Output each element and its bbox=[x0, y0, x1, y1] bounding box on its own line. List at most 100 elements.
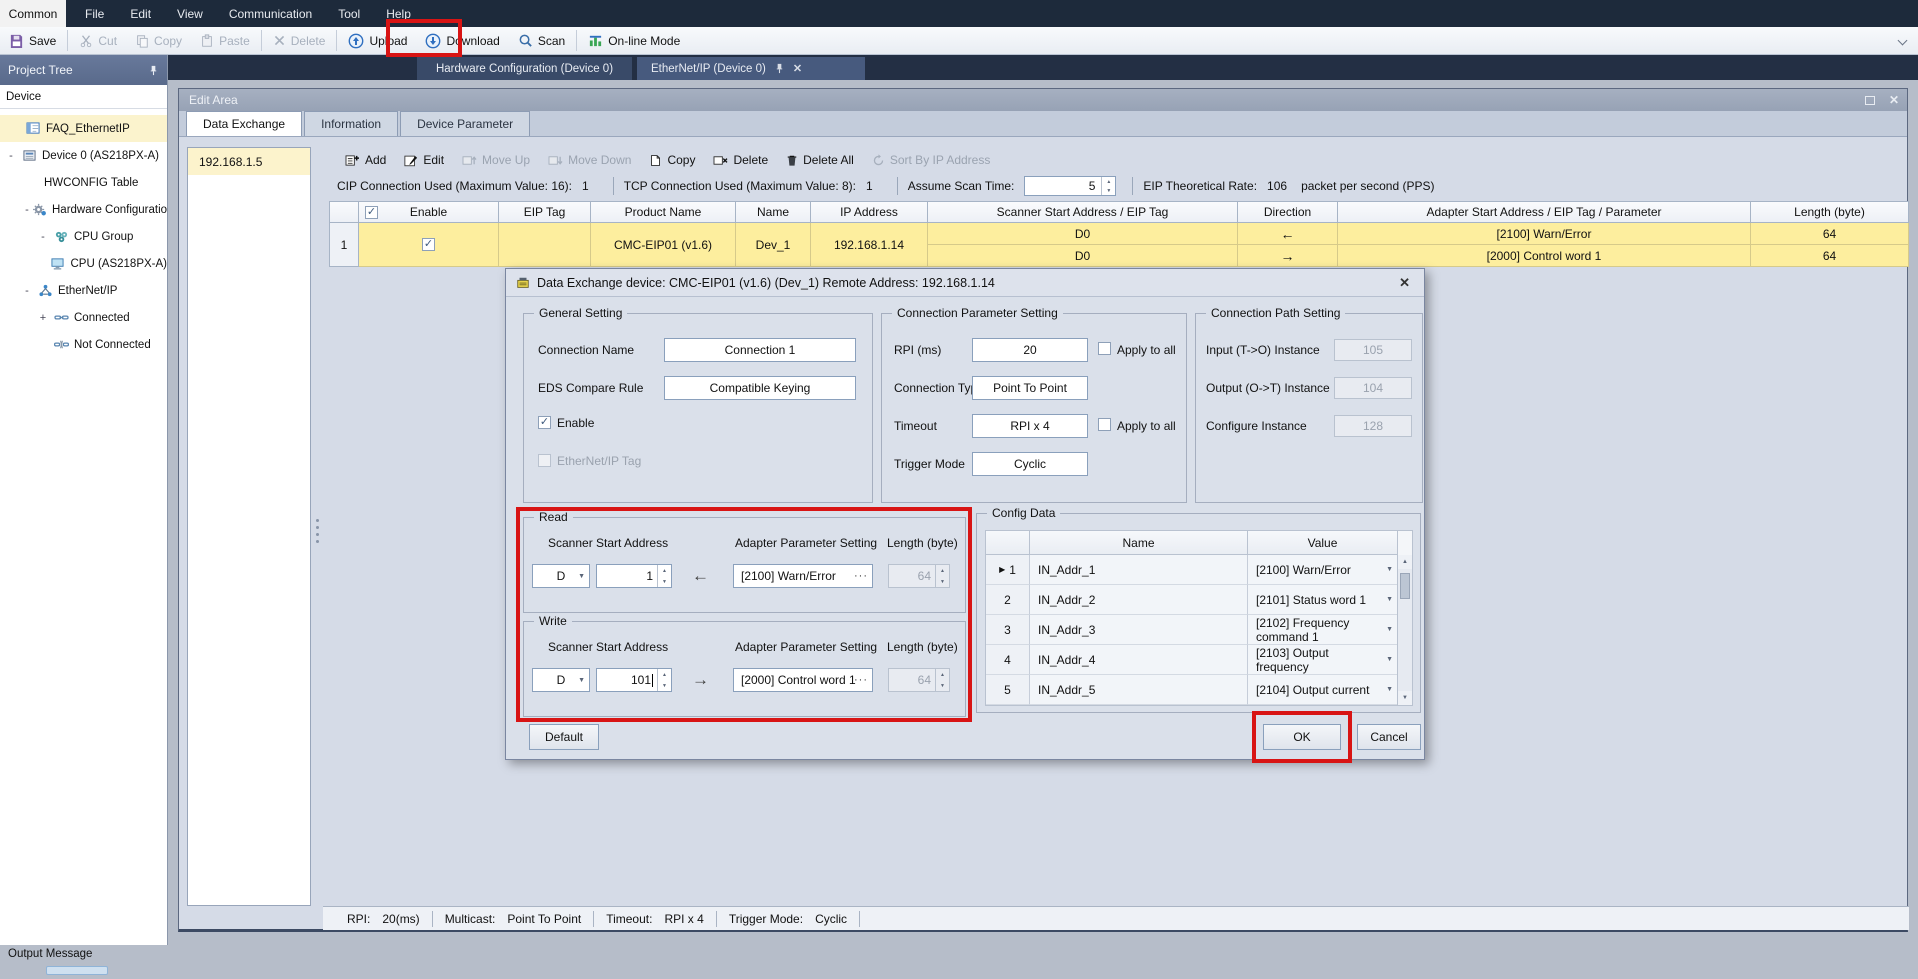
config-row[interactable]: 5 IN_Addr_5 [2104] Output current▼ bbox=[986, 675, 1412, 705]
write-group: Write Scanner Start Address Adapter Para… bbox=[523, 621, 966, 717]
read-adapter-input[interactable]: [2100] Warn/Error ··· bbox=[733, 564, 873, 588]
timeout-input[interactable]: RPI x 4 bbox=[972, 414, 1088, 438]
download-button[interactable]: Download bbox=[416, 27, 508, 54]
move-up-button[interactable]: Move Up bbox=[454, 153, 538, 167]
cut-button[interactable]: Cut bbox=[70, 27, 126, 54]
read-address-input[interactable]: 1 ▲▼ bbox=[596, 564, 672, 588]
config-value-dropdown[interactable]: [2103] Output frequency▼ bbox=[1248, 645, 1398, 675]
trigger-mode-input[interactable]: Cyclic bbox=[972, 452, 1088, 476]
tree-item-hwconfig-table[interactable]: HWCONFIG Table bbox=[0, 169, 167, 196]
scrollbar-thumb[interactable] bbox=[1400, 573, 1410, 599]
write-address-input[interactable]: 101 ▲▼ bbox=[596, 668, 672, 692]
connection-type-input[interactable]: Point To Point bbox=[972, 376, 1088, 400]
browse-button[interactable]: ··· bbox=[854, 570, 868, 582]
upload-button[interactable]: Upload bbox=[339, 27, 416, 54]
plc-device-icon bbox=[22, 149, 37, 162]
connection-name-input[interactable]: Connection 1 bbox=[664, 338, 856, 362]
delete-row-button[interactable]: Delete bbox=[705, 153, 776, 167]
collapse-toggle[interactable]: - bbox=[6, 150, 16, 162]
delete-all-button[interactable]: Delete All bbox=[778, 153, 862, 167]
tree-item-connected[interactable]: + Connected bbox=[0, 304, 167, 331]
delete-button[interactable]: Delete bbox=[264, 27, 335, 54]
toolbar-overflow-chevron[interactable] bbox=[1898, 37, 1906, 45]
ok-button[interactable]: OK bbox=[1263, 724, 1341, 750]
enable-checkbox[interactable]: ✓ bbox=[422, 238, 435, 251]
close-window-icon[interactable]: ✕ bbox=[1889, 93, 1899, 107]
menu-item-file[interactable]: File bbox=[72, 0, 117, 27]
spinner-arrows[interactable]: ▲▼ bbox=[657, 565, 671, 587]
config-row[interactable]: ▶1 IN_Addr_1 [2100] Warn/Error▼ bbox=[986, 555, 1412, 585]
pin-icon[interactable] bbox=[148, 65, 159, 76]
output-scrollbar-thumb[interactable] bbox=[46, 966, 108, 975]
scroll-up-icon[interactable]: ▲ bbox=[1398, 555, 1412, 569]
apply-to-all-checkbox[interactable] bbox=[1098, 418, 1111, 431]
device-list-item[interactable]: 192.168.1.5 bbox=[188, 148, 310, 175]
eds-compare-rule-input[interactable]: Compatible Keying bbox=[664, 376, 856, 400]
splitter-handle[interactable] bbox=[313, 519, 321, 559]
scroll-down-icon[interactable]: ▼ bbox=[1398, 691, 1412, 705]
config-row[interactable]: 2 IN_Addr_2 [2101] Status word 1▼ bbox=[986, 585, 1412, 615]
tree-item-hardware-configuration[interactable]: - Hardware Configuration bbox=[0, 196, 167, 223]
dialog-close-icon[interactable]: ✕ bbox=[1399, 275, 1410, 291]
copy-row-button[interactable]: Copy bbox=[641, 153, 703, 167]
rpi-input[interactable]: 20 bbox=[972, 338, 1088, 362]
tree-item-not-connected[interactable]: Not Connected bbox=[0, 331, 167, 358]
tree-root-device[interactable]: Device bbox=[0, 85, 167, 109]
config-value-dropdown[interactable]: [2104] Output current▼ bbox=[1248, 675, 1398, 705]
config-value-dropdown[interactable]: [2101] Status word 1▼ bbox=[1248, 585, 1398, 615]
tree-item-project[interactable]: FAQ_EthernetIP bbox=[0, 115, 167, 142]
online-mode-button[interactable]: On-line Mode bbox=[579, 27, 689, 54]
spinner-arrows[interactable]: ▲▼ bbox=[1101, 177, 1115, 195]
config-row[interactable]: 3 IN_Addr_3 [2102] Frequency command 1▼ bbox=[986, 615, 1412, 645]
table-row[interactable]: 1 ✓ CMC-EIP01 (v1.6) Dev_1 192.168.1.14 … bbox=[329, 223, 1909, 267]
menu-item-help[interactable]: Help bbox=[373, 0, 424, 27]
menu-item-communication[interactable]: Communication bbox=[216, 0, 325, 27]
menu-item-view[interactable]: View bbox=[164, 0, 216, 27]
expand-toggle[interactable]: + bbox=[38, 312, 48, 324]
tab-device-parameter[interactable]: Device Parameter bbox=[400, 111, 530, 136]
add-button[interactable]: Add bbox=[337, 153, 394, 167]
write-device-select[interactable]: D ▼ bbox=[532, 668, 590, 692]
collapse-toggle[interactable]: - bbox=[22, 204, 32, 216]
tree-item-cpu-group[interactable]: - CPU Group bbox=[0, 223, 167, 250]
copy-button[interactable]: Copy bbox=[126, 27, 191, 54]
tab-ethernet-ip[interactable]: EtherNet/IP (Device 0) ✕ bbox=[637, 57, 865, 80]
config-row[interactable]: 4 IN_Addr_4 [2103] Output frequency▼ bbox=[986, 645, 1412, 675]
read-device-select[interactable]: D ▼ bbox=[532, 564, 590, 588]
maximize-icon[interactable] bbox=[1865, 96, 1875, 105]
menu-item-edit[interactable]: Edit bbox=[117, 0, 164, 27]
ethernet-ip-tag-checkbox[interactable] bbox=[538, 454, 551, 467]
tab-data-exchange[interactable]: Data Exchange bbox=[186, 111, 302, 136]
move-down-button[interactable]: Move Down bbox=[540, 153, 639, 167]
menu-item-tool[interactable]: Tool bbox=[325, 0, 373, 27]
enable-checkbox[interactable]: ✓ bbox=[538, 416, 551, 429]
apply-to-all-checkbox[interactable] bbox=[1098, 342, 1111, 355]
default-button[interactable]: Default bbox=[529, 724, 599, 750]
scan-button[interactable]: Scan bbox=[509, 27, 574, 54]
edit-button[interactable]: Edit bbox=[396, 153, 452, 167]
save-button[interactable]: Save bbox=[0, 27, 65, 54]
browse-button[interactable]: ··· bbox=[854, 674, 868, 686]
assume-scan-time-input[interactable]: 5 ▲▼ bbox=[1024, 176, 1116, 196]
write-adapter-input[interactable]: [2000] Control word 1 ··· bbox=[733, 668, 873, 692]
tab-information[interactable]: Information bbox=[304, 111, 398, 136]
close-tab-icon[interactable]: ✕ bbox=[793, 62, 802, 75]
spinner-arrows[interactable]: ▲▼ bbox=[657, 669, 671, 691]
config-value-dropdown[interactable]: [2102] Frequency command 1▼ bbox=[1248, 615, 1398, 645]
menu-item-common[interactable]: Common bbox=[0, 0, 66, 27]
tree-item-cpu[interactable]: CPU (AS218PX-A) bbox=[0, 250, 167, 277]
config-scrollbar[interactable]: ▲ ▼ bbox=[1397, 555, 1412, 705]
config-value-dropdown[interactable]: [2100] Warn/Error▼ bbox=[1248, 555, 1398, 585]
collapse-toggle[interactable]: - bbox=[38, 231, 48, 243]
tree-item-device0[interactable]: - Device 0 (AS218PX-A) bbox=[0, 142, 167, 169]
tab-hardware-configuration[interactable]: Hardware Configuration (Device 0) bbox=[417, 57, 632, 80]
output-message-label[interactable]: Output Message bbox=[8, 948, 92, 960]
toolbar-separator bbox=[336, 30, 337, 51]
pin-icon[interactable] bbox=[774, 63, 785, 74]
collapse-toggle[interactable]: - bbox=[22, 285, 32, 297]
sort-by-ip-button[interactable]: Sort By IP Address bbox=[864, 153, 999, 167]
paste-button[interactable]: Paste bbox=[191, 27, 259, 54]
cancel-button[interactable]: Cancel bbox=[1357, 724, 1421, 750]
tree-item-ethernet-ip[interactable]: - EtherNet/IP bbox=[0, 277, 167, 304]
select-all-checkbox[interactable]: ✓ bbox=[365, 206, 378, 219]
